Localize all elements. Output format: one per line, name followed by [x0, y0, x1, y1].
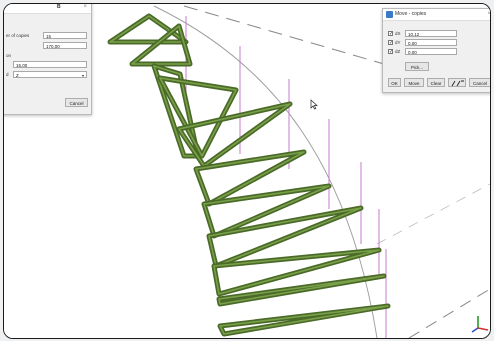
dx-checkbox[interactable]: ✓: [388, 31, 393, 37]
rotation-label: on: [6, 53, 12, 58]
move-button[interactable]: Move: [404, 78, 424, 87]
ok-button[interactable]: OK: [388, 78, 401, 87]
rotation-input[interactable]: 15.00: [13, 61, 87, 68]
axis-select[interactable]: Z ▾: [13, 71, 87, 78]
dx-input[interactable]: 10.12: [405, 30, 457, 37]
dx-label: dX: [395, 31, 401, 36]
mouse-pointer-icon: [310, 99, 318, 110]
axis-select-value: Z: [16, 73, 19, 78]
dy-label: dY: [395, 40, 401, 45]
copy-dialog-header-char: B: [57, 4, 61, 10]
distance-input[interactable]: 170,00: [43, 42, 87, 49]
snap-slash-icon: [451, 80, 464, 87]
dz-input[interactable]: 0.00: [405, 48, 457, 55]
copies-label: er of copies: [6, 33, 30, 38]
move-dialog-titlebar: Move - copies ×: [383, 9, 490, 21]
dz-checkbox[interactable]: ✓: [388, 49, 393, 55]
dz-label: dZ: [395, 49, 401, 54]
move-copies-icon: [386, 11, 393, 18]
clear-button[interactable]: Clear: [427, 78, 445, 87]
dy-checkbox[interactable]: ✓: [388, 40, 393, 46]
copy-dialog: B × er of copies 15 170,00 on 15.00 d Z …: [4, 4, 92, 115]
copy-dialog-header: B ×: [4, 4, 91, 14]
axis-label: d: [6, 72, 9, 77]
copy-cancel-button[interactable]: Cancel: [65, 98, 88, 107]
copy-dialog-close-icon[interactable]: ×: [83, 4, 87, 13]
move-dialog-title: Move - copies: [395, 11, 427, 17]
pick-button[interactable]: Pick...: [405, 62, 429, 71]
snap-tool-button[interactable]: [448, 78, 466, 87]
move-dialog-close-icon[interactable]: ×: [487, 9, 490, 20]
cancel-button[interactable]: Cancel: [469, 78, 490, 87]
copies-input[interactable]: 15: [43, 32, 87, 39]
chevron-down-icon: ▾: [81, 73, 84, 78]
xyz-axes-icon: [471, 316, 489, 333]
move-copies-dialog: Move - copies × ✓ dX 10.12 ✓ dY 0.00 ✓ d…: [382, 8, 490, 93]
dy-input[interactable]: 0.00: [405, 39, 457, 46]
screenshot-frame: B × er of copies 15 170,00 on 15.00 d Z …: [3, 3, 491, 339]
